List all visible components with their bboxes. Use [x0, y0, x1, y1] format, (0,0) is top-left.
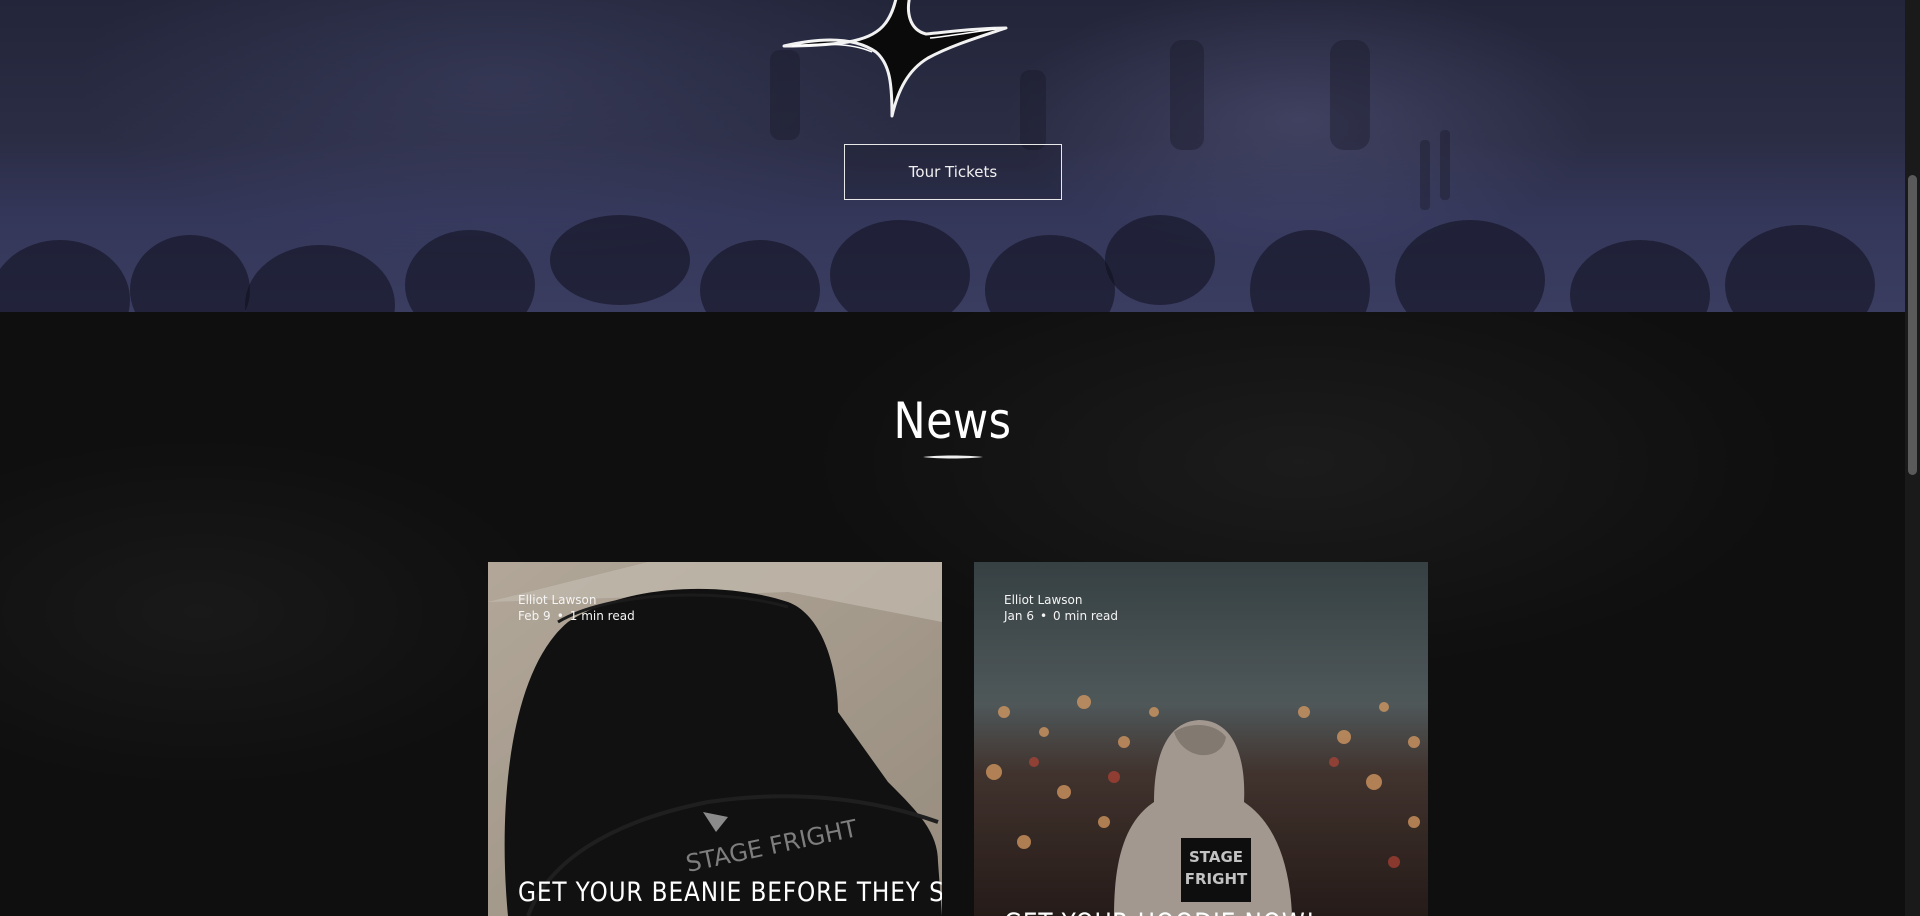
- post-author[interactable]: Elliot Lawson: [518, 592, 635, 608]
- post-author[interactable]: Elliot Lawson: [1004, 592, 1118, 608]
- news-section: News STAGE FRIGHT Elliot Lawson Feb 9: [0, 312, 1905, 916]
- post-title[interactable]: GET YOUR HOODIE NOW!: [1004, 908, 1348, 916]
- news-heading: News: [893, 392, 1012, 450]
- hero-section: Tour Tickets: [0, 0, 1905, 312]
- tour-tickets-button[interactable]: Tour Tickets: [844, 144, 1062, 200]
- meta-separator: •: [1039, 609, 1048, 623]
- post-title[interactable]: GET YOUR BEANIE BEFORE THEY SELL: [518, 877, 942, 909]
- post-read-time: 0 min read: [1053, 609, 1118, 623]
- post-read-time: 1 min read: [569, 609, 635, 623]
- post-date: Feb 9: [518, 609, 551, 623]
- blog-post-card[interactable]: STAGE FRIGHT Elliot Lawson Feb 9•1 min r…: [488, 562, 942, 916]
- post-meta: Elliot Lawson Feb 9 • 1 min read: [518, 592, 635, 624]
- blog-post-card[interactable]: STAGE FRIGHT Elliot Lawson Jan 6•0 min r…: [974, 562, 1428, 916]
- stage-fright-star-icon: [782, 0, 1008, 118]
- scrollbar-thumb[interactable]: [1908, 175, 1917, 475]
- page-scrollbar[interactable]: [1905, 0, 1920, 916]
- meta-separator: •: [556, 609, 564, 623]
- brush-underline-icon: [923, 455, 983, 459]
- post-meta: Elliot Lawson Jan 6 • 0 min read: [1004, 592, 1118, 624]
- post-date: Jan 6: [1004, 609, 1034, 623]
